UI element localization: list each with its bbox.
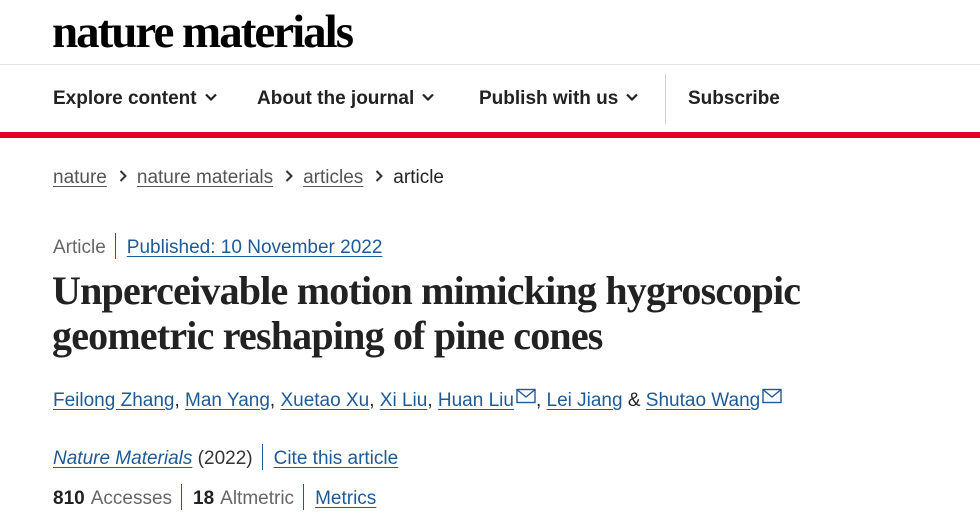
breadcrumb-nature-materials[interactable]: nature materials bbox=[137, 167, 273, 188]
author-link[interactable]: Xuetao Xu bbox=[280, 390, 369, 411]
chevron-down-icon bbox=[422, 94, 435, 102]
breadcrumb-current: article bbox=[393, 167, 444, 188]
journal-logo[interactable]: nature materials bbox=[52, 4, 354, 60]
nav-divider bbox=[665, 74, 666, 124]
subscribe-link[interactable]: Subscribe bbox=[688, 66, 780, 132]
cite-this-article-link[interactable]: Cite this article bbox=[274, 448, 399, 469]
chevron-right-icon bbox=[285, 170, 294, 183]
breadcrumb: nature nature materials articles article bbox=[53, 165, 444, 191]
nav-about-journal[interactable]: About the journal bbox=[257, 66, 435, 132]
accesses-label: Accesses bbox=[90, 488, 173, 509]
journal-link[interactable]: Nature Materials bbox=[53, 448, 192, 469]
nav-about-journal-label: About the journal bbox=[257, 88, 415, 109]
altmetric-count: 18 bbox=[193, 488, 215, 509]
metrics-link[interactable]: Metrics bbox=[315, 488, 376, 509]
author-link[interactable]: Xi Liu bbox=[380, 390, 428, 411]
metrics-divider bbox=[303, 483, 305, 510]
nav-explore-content[interactable]: Explore content bbox=[53, 66, 217, 132]
breadcrumb-nature[interactable]: nature bbox=[53, 167, 107, 188]
article-title-line-1: Unperceivable motion mimicking hygroscop… bbox=[52, 268, 801, 313]
article-type: Article bbox=[53, 237, 106, 258]
article-title: Unperceivable motion mimicking hygroscop… bbox=[52, 268, 932, 358]
accent-bar bbox=[0, 132, 980, 138]
nav-explore-content-label: Explore content bbox=[53, 88, 197, 109]
publication-year: (2022) bbox=[197, 448, 253, 469]
author-link[interactable]: Huan Liu bbox=[438, 390, 514, 411]
article-meta: Article Published: 10 November 2022 bbox=[53, 232, 383, 261]
breadcrumb-articles[interactable]: articles bbox=[303, 167, 363, 188]
main-nav: Explore content About the journal Publis… bbox=[0, 66, 980, 132]
meta-divider bbox=[114, 232, 116, 259]
altmetric-label: Altmetric bbox=[220, 488, 295, 509]
chevron-right-icon bbox=[376, 170, 384, 183]
citation-divider bbox=[261, 443, 263, 470]
chevron-right-icon bbox=[119, 170, 127, 183]
article-metrics: 810 Accesses 18 Altmetric Metrics bbox=[53, 483, 376, 512]
email-icon[interactable] bbox=[516, 388, 536, 404]
metrics-divider bbox=[181, 483, 183, 510]
author-link[interactable]: Lei Jiang bbox=[547, 390, 623, 411]
author-link[interactable]: Shutao Wang bbox=[646, 390, 760, 411]
author-link[interactable]: Feilong Zhang bbox=[53, 390, 174, 411]
header-divider bbox=[0, 64, 980, 65]
article-title-line-2: geometric reshaping of pine cones bbox=[52, 313, 603, 358]
nav-publish-with-us[interactable]: Publish with us bbox=[479, 66, 639, 132]
citation-line: Nature Materials (2022) Cite this article bbox=[53, 443, 399, 472]
chevron-down-icon bbox=[204, 94, 217, 102]
author-list: Feilong Zhang, Man Yang, Xuetao Xu, Xi L… bbox=[53, 388, 782, 414]
chevron-down-icon bbox=[626, 94, 639, 102]
published-date-link[interactable]: Published: 10 November 2022 bbox=[127, 237, 383, 258]
email-icon[interactable] bbox=[762, 388, 782, 404]
author-link[interactable]: Man Yang bbox=[185, 390, 270, 411]
accesses-count: 810 bbox=[53, 488, 85, 509]
nav-publish-with-us-label: Publish with us bbox=[479, 88, 619, 109]
